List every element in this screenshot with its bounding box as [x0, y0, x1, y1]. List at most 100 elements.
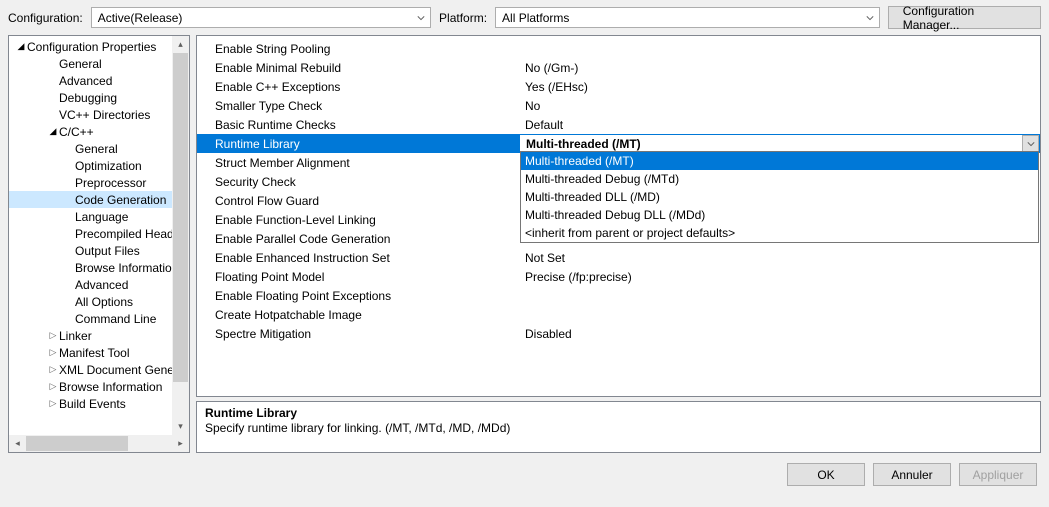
dropdown-item[interactable]: Multi-threaded Debug DLL (/MDd)	[521, 206, 1038, 224]
tree-item[interactable]: Browse Information	[9, 259, 189, 276]
chevron-down-icon	[863, 14, 877, 22]
dropdown-item[interactable]: <inherit from parent or project defaults…	[521, 224, 1038, 242]
chevron-down-icon	[414, 14, 428, 22]
configuration-label: Configuration:	[8, 11, 83, 25]
property-row[interactable]: Create Hotpatchable Image	[197, 305, 1040, 324]
dropdown-item[interactable]: Multi-threaded DLL (/MD)	[521, 188, 1038, 206]
tree-item[interactable]: General	[9, 55, 189, 72]
property-row[interactable]: Floating Point ModelPrecise (/fp:precise…	[197, 267, 1040, 286]
property-name: Create Hotpatchable Image	[197, 308, 519, 322]
property-row[interactable]: Enable Enhanced Instruction SetNot Set	[197, 248, 1040, 267]
tree-item[interactable]: Precompiled Heade	[9, 225, 189, 242]
tree-label: General	[75, 142, 118, 156]
dropdown-item[interactable]: Multi-threaded (/MT)	[521, 152, 1038, 170]
tree-label: C/C++	[59, 125, 94, 139]
cancel-button[interactable]: Annuler	[873, 463, 951, 486]
tree-label: Advanced	[75, 278, 128, 292]
chevron-down-icon: ◢	[15, 41, 27, 52]
property-value[interactable]: Not Set	[519, 251, 1040, 265]
scroll-thumb[interactable]	[26, 436, 128, 451]
property-value[interactable]: Disabled	[519, 327, 1040, 341]
tree-item[interactable]: ▷Build Events	[9, 395, 189, 412]
tree-item[interactable]: Language	[9, 208, 189, 225]
apply-button[interactable]: Appliquer	[959, 463, 1037, 486]
chevron-right-icon: ▷	[47, 381, 59, 392]
tree-label: Command Line	[75, 312, 156, 326]
tree-item[interactable]: Output Files	[9, 242, 189, 259]
tree-label: Advanced	[59, 74, 112, 88]
chevron-right-icon: ▷	[47, 398, 59, 409]
tree-label: Build Events	[59, 397, 126, 411]
scroll-right-icon[interactable]: ▸	[172, 435, 189, 452]
description-body: Specify runtime library for linking. (/M…	[205, 421, 1032, 435]
tree-panel: ◢Configuration PropertiesGeneralAdvanced…	[8, 35, 190, 453]
tree-item[interactable]: Optimization	[9, 157, 189, 174]
dropdown-button[interactable]	[1022, 135, 1039, 152]
tree-item[interactable]: Code Generation	[9, 191, 189, 208]
tree-horizontal-scrollbar[interactable]: ◂ ▸	[9, 435, 189, 452]
property-name: Enable Function-Level Linking	[197, 213, 519, 227]
chevron-right-icon: ▷	[47, 330, 59, 341]
tree-label: Optimization	[75, 159, 142, 173]
description-panel: Runtime Library Specify runtime library …	[196, 401, 1041, 453]
tree-label: Browse Information	[59, 380, 162, 394]
property-name: Security Check	[197, 175, 519, 189]
configuration-value: Active(Release)	[98, 11, 183, 25]
property-row[interactable]: Enable Floating Point Exceptions	[197, 286, 1040, 305]
property-value[interactable]: Yes (/EHsc)	[519, 80, 1040, 94]
property-row[interactable]: Enable String Pooling	[197, 39, 1040, 58]
property-name: Enable C++ Exceptions	[197, 80, 519, 94]
scroll-thumb[interactable]	[173, 53, 188, 382]
tree-label: Output Files	[75, 244, 140, 258]
property-name: Struct Member Alignment	[197, 156, 519, 170]
scroll-left-icon[interactable]: ◂	[9, 435, 26, 452]
tree-item[interactable]: Advanced	[9, 72, 189, 89]
property-row[interactable]: Spectre MitigationDisabled	[197, 324, 1040, 343]
property-value[interactable]: Default	[519, 118, 1040, 132]
tree-item[interactable]: ▷Linker	[9, 327, 189, 344]
property-row[interactable]: Enable C++ ExceptionsYes (/EHsc)	[197, 77, 1040, 96]
tree-root[interactable]: ◢Configuration Properties	[9, 38, 189, 55]
tree-label: Preprocessor	[75, 176, 146, 190]
property-name: Enable Floating Point Exceptions	[197, 289, 519, 303]
property-name: Enable Enhanced Instruction Set	[197, 251, 519, 265]
tree-label: Configuration Properties	[27, 40, 156, 54]
property-value[interactable]: No	[519, 99, 1040, 113]
runtime-library-dropdown[interactable]: Multi-threaded (/MT)Multi-threaded Debug…	[520, 151, 1039, 243]
tree-item[interactable]: VC++ Directories	[9, 106, 189, 123]
tree-item[interactable]: All Options	[9, 293, 189, 310]
tree-vertical-scrollbar[interactable]: ▴ ▾	[172, 36, 189, 435]
tree-item[interactable]: ◢C/C++	[9, 123, 189, 140]
tree-item[interactable]: General	[9, 140, 189, 157]
tree-label: VC++ Directories	[59, 108, 150, 122]
scroll-up-icon[interactable]: ▴	[172, 36, 189, 53]
tree-label: Linker	[59, 329, 92, 343]
property-row[interactable]: Enable Minimal RebuildNo (/Gm-)	[197, 58, 1040, 77]
tree-label: Manifest Tool	[59, 346, 129, 360]
tree-label: XML Document Genera	[59, 363, 185, 377]
scroll-down-icon[interactable]: ▾	[172, 418, 189, 435]
tree-label: Precompiled Heade	[75, 227, 180, 241]
property-name: Runtime Library	[197, 137, 519, 151]
tree-item[interactable]: ▷XML Document Genera	[9, 361, 189, 378]
configuration-manager-button[interactable]: Configuration Manager...	[888, 6, 1041, 29]
property-row[interactable]: Smaller Type CheckNo	[197, 96, 1040, 115]
property-grid: Enable String PoolingEnable Minimal Rebu…	[196, 35, 1041, 397]
dropdown-item[interactable]: Multi-threaded Debug (/MTd)	[521, 170, 1038, 188]
property-value[interactable]: Precise (/fp:precise)	[519, 270, 1040, 284]
platform-value: All Platforms	[502, 11, 569, 25]
tree-item[interactable]: Advanced	[9, 276, 189, 293]
ok-button[interactable]: OK	[787, 463, 865, 486]
tree-label: Debugging	[59, 91, 117, 105]
property-name: Enable Minimal Rebuild	[197, 61, 519, 75]
tree-item[interactable]: Preprocessor	[9, 174, 189, 191]
configuration-combo[interactable]: Active(Release)	[91, 7, 431, 28]
tree-item[interactable]: ▷Manifest Tool	[9, 344, 189, 361]
property-row[interactable]: Basic Runtime ChecksDefault	[197, 115, 1040, 134]
tree-item[interactable]: Debugging	[9, 89, 189, 106]
property-name: Enable Parallel Code Generation	[197, 232, 519, 246]
platform-combo[interactable]: All Platforms	[495, 7, 880, 28]
property-value[interactable]: No (/Gm-)	[519, 61, 1040, 75]
tree-item[interactable]: ▷Browse Information	[9, 378, 189, 395]
tree-item[interactable]: Command Line	[9, 310, 189, 327]
